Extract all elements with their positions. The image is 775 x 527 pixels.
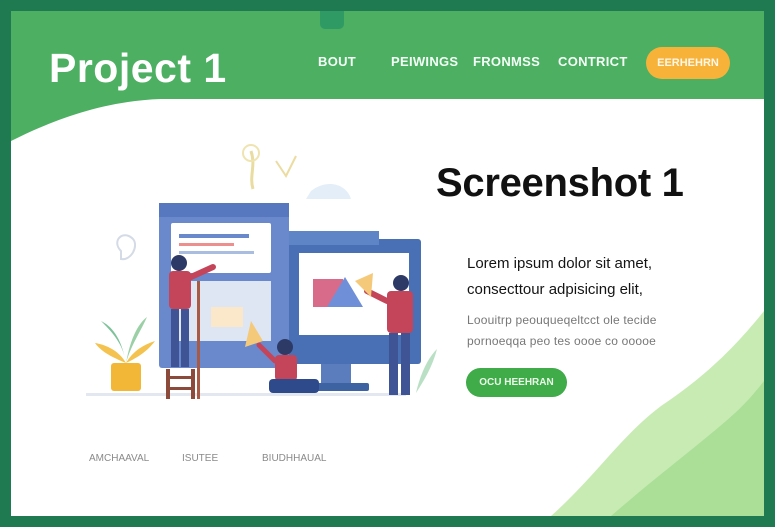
footer-link-3[interactable]: BIUDHHAUAL: [262, 453, 326, 464]
webpage-frame: Project 1 BOUT PEIWINGS FRONMSS CONTRICT…: [11, 11, 764, 516]
footer-link-1[interactable]: AMCHAAVAL: [89, 453, 149, 464]
hero-small-text-2: pornoeqqa peo tes oooe co ooooe: [467, 334, 657, 348]
header-cta-button[interactable]: EERHEHRN: [646, 47, 730, 79]
hero-small-text-1: Loouitrp peouqueqeltcct ole tecide: [467, 313, 657, 327]
top-tab-handle: [320, 11, 344, 29]
hero-cta-button[interactable]: OCU HEEHRAN: [466, 368, 567, 397]
hero-illustration: [86, 144, 437, 399]
hero-title: Screenshot 1: [436, 161, 684, 205]
nav-link-contrict[interactable]: CONTRICT: [558, 54, 628, 69]
project-title: Project 1: [49, 45, 227, 91]
nav-link-bout[interactable]: BOUT: [318, 54, 356, 69]
nav-link-peiwings[interactable]: PEIWINGS: [391, 54, 458, 69]
hero-text-line-2: consecttour adpisicing elit,: [467, 281, 643, 298]
footer-link-2[interactable]: ISUTEE: [182, 453, 218, 464]
hero-text-line-1: Lorem ipsum dolor sit amet,: [467, 255, 653, 272]
nav-link-fronmss[interactable]: FRONMSS: [473, 54, 540, 69]
